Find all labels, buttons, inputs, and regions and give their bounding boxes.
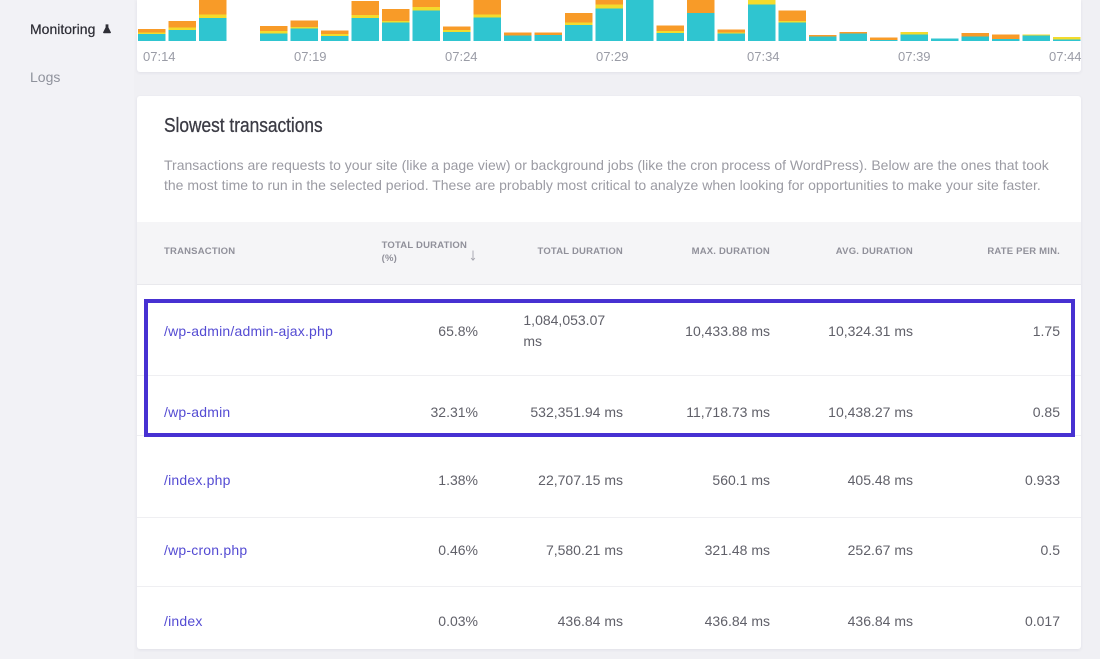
svg-text:07:34: 07:34 <box>747 49 780 64</box>
svg-text:07:14: 07:14 <box>143 49 176 64</box>
svg-text:07:19: 07:19 <box>294 49 327 64</box>
svg-text:07:39: 07:39 <box>898 49 931 64</box>
svg-text:07:29: 07:29 <box>596 49 629 64</box>
svg-text:07:24: 07:24 <box>445 49 478 64</box>
svg-text:07:44: 07:44 <box>1049 49 1081 64</box>
